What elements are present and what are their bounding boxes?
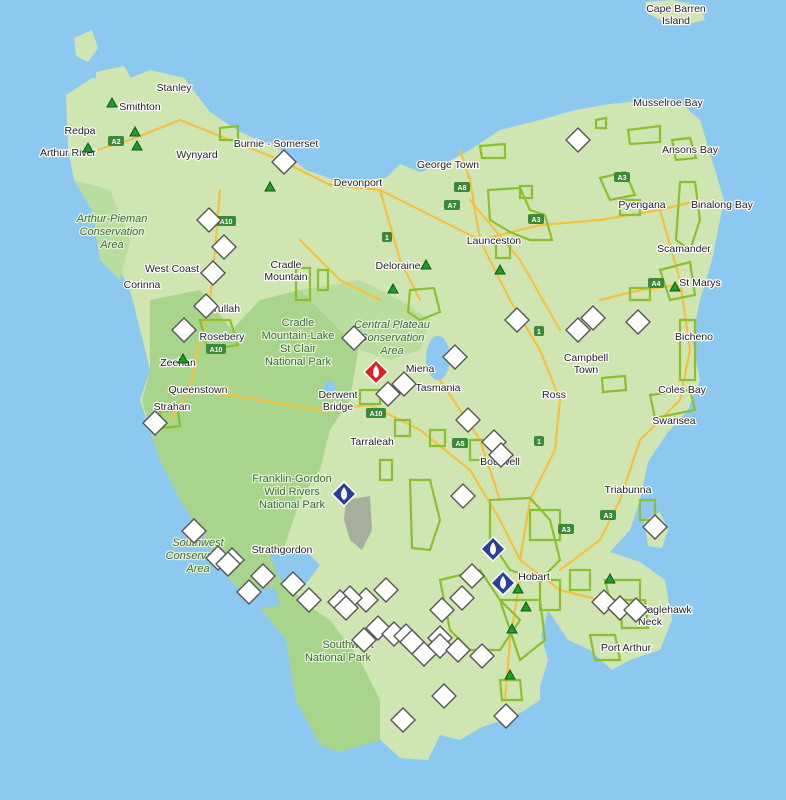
- park-label-cradle-lake-st-clair: St Clair: [280, 343, 316, 355]
- place-label: Derwent: [318, 389, 357, 401]
- map-canvas[interactable]: A2 A10 A8 A7 A3 A3 A4 A10 A10 A5 A3 A3 1…: [0, 0, 786, 800]
- place-label: Strahan: [154, 401, 191, 413]
- park-label-franklin-gordon: National Park: [259, 499, 326, 511]
- park-label-central-plateau: Conservation: [360, 332, 425, 344]
- place-label: Tarraleah: [350, 436, 394, 448]
- park-label-central-plateau: Area: [379, 345, 403, 357]
- place-label: George Town: [417, 159, 479, 171]
- place-label: Smithton: [119, 101, 161, 113]
- place-label: Tasmania: [416, 382, 461, 394]
- place-label: Port Arthur: [601, 642, 652, 654]
- svg-text:A4: A4: [652, 281, 661, 288]
- place-label: Triabunna: [605, 484, 652, 496]
- road-shield-a7: A7: [444, 200, 460, 210]
- place-label: Town: [574, 364, 599, 376]
- road-shield-1-b: 1: [534, 436, 544, 446]
- svg-text:A7: A7: [448, 203, 457, 210]
- place-label: Queenstown: [169, 384, 228, 396]
- road-shield-a2: A2: [108, 136, 124, 146]
- place-label: Wynyard: [176, 149, 217, 161]
- park-label-southwest-np: National Park: [305, 652, 372, 664]
- road-shield-a5: A5: [452, 438, 468, 448]
- place-label: Deloraine: [376, 260, 421, 272]
- place-label: St Marys: [679, 277, 720, 289]
- place-label: Cape Barren: [646, 3, 706, 15]
- svg-text:A5: A5: [456, 441, 465, 448]
- place-label: Bicheno: [675, 331, 713, 343]
- svg-text:A3: A3: [604, 513, 613, 520]
- svg-text:A3: A3: [562, 527, 571, 534]
- road-shield-a8: A8: [454, 182, 470, 192]
- place-label: Stanley: [156, 82, 192, 94]
- place-label: Musselroe Bay: [633, 97, 703, 109]
- road-shield-1-a: 1: [534, 326, 544, 336]
- place-label: Mountain: [264, 271, 307, 283]
- svg-text:1: 1: [537, 329, 541, 336]
- svg-text:1: 1: [537, 439, 541, 446]
- place-label: Bridge: [323, 401, 354, 413]
- place-label: Miena: [406, 363, 435, 375]
- place-label: Binalong Bay: [691, 199, 754, 211]
- place-label: West Coast: [145, 263, 199, 275]
- svg-text:A10: A10: [210, 347, 223, 354]
- park-label-arthur-pieman: Arthur-Pieman: [76, 213, 148, 225]
- park-label-arthur-pieman: Area: [99, 239, 123, 251]
- park-label-southwest-ca: Area: [185, 563, 209, 575]
- place-label: Rosebery: [200, 331, 246, 343]
- svg-text:A10: A10: [370, 411, 383, 418]
- place-label: Strathgordon: [252, 544, 313, 556]
- place-label: Coles Bay: [658, 384, 707, 396]
- place-label: Ross: [542, 389, 566, 401]
- place-label: Burnie - Somerset: [234, 138, 319, 150]
- road-shield-a4: A4: [648, 278, 664, 288]
- place-label: Redpa: [65, 125, 96, 137]
- park-label-central-plateau: Central Plateau: [354, 319, 430, 331]
- road-shield-a10-central: A10: [366, 408, 386, 418]
- place-label: Scamander: [657, 243, 711, 255]
- road-shield-1-c: 1: [382, 232, 392, 242]
- road-shield-a3-northeast: A3: [614, 172, 630, 182]
- place-label: Devonport: [334, 177, 383, 189]
- place-label: Hobart: [518, 571, 550, 583]
- park-label-franklin-gordon: Wild Rivers: [264, 486, 320, 498]
- road-shield-a3-southeast: A3: [600, 510, 616, 520]
- place-label: Launceston: [467, 235, 521, 247]
- place-label: Ansons Bay: [662, 144, 719, 156]
- road-shield-a10-west: A10: [206, 344, 226, 354]
- svg-text:A2: A2: [112, 139, 121, 146]
- park-label-cradle-lake-st-clair: National Park: [265, 356, 332, 368]
- place-label: Neck: [638, 616, 663, 628]
- svg-text:A8: A8: [458, 185, 467, 192]
- park-label-cradle-lake-st-clair: Mountain-Lake: [262, 330, 335, 342]
- svg-text:A3: A3: [618, 175, 627, 182]
- place-label: Island: [662, 15, 690, 27]
- road-shield-a3-launceston: A3: [528, 214, 544, 224]
- place-label: Pyengana: [618, 199, 665, 211]
- road-shield-a3-east: A3: [558, 524, 574, 534]
- park-label-franklin-gordon: Franklin-Gordon: [252, 473, 331, 485]
- place-label: Corinna: [124, 279, 161, 291]
- place-label: Swansea: [652, 415, 695, 427]
- park-label-arthur-pieman: Conservation: [80, 226, 145, 238]
- place-label: Campbell: [564, 352, 608, 364]
- park-label-cradle-lake-st-clair: Cradle: [282, 317, 314, 329]
- svg-text:A3: A3: [532, 217, 541, 224]
- svg-text:1: 1: [385, 235, 389, 242]
- place-label: Cradle: [271, 259, 302, 271]
